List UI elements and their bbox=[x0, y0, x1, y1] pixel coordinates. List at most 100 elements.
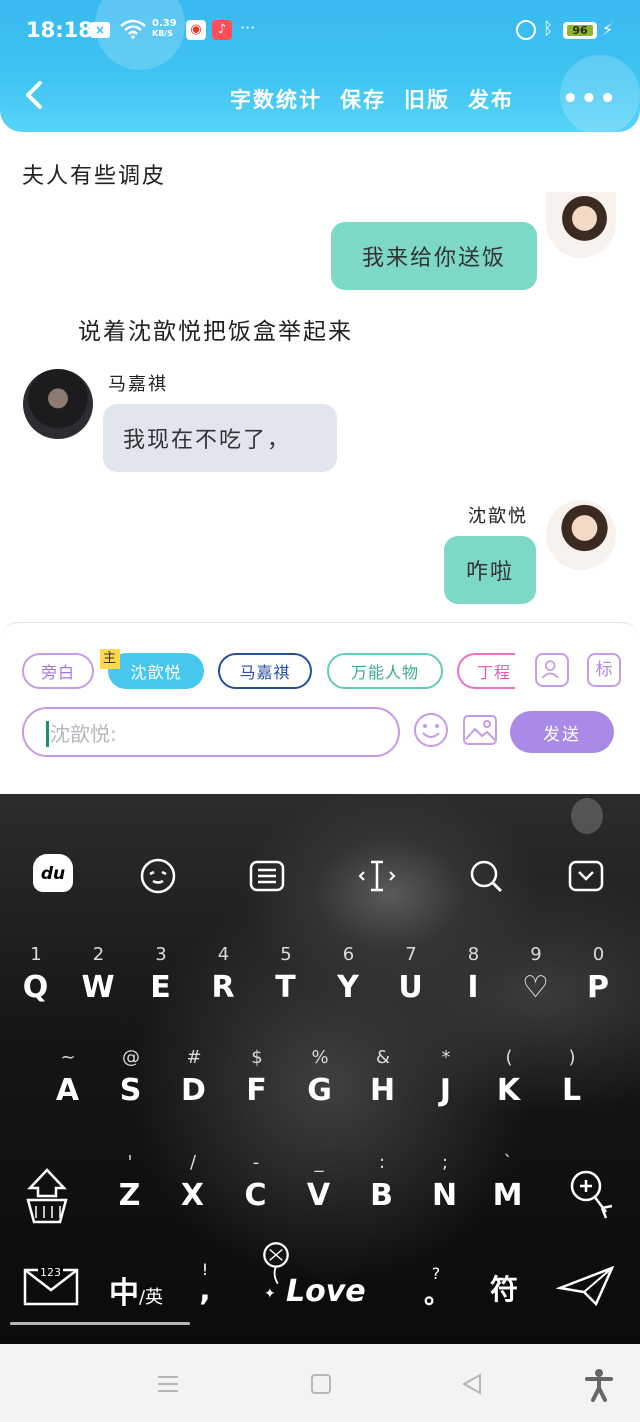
enter-key[interactable] bbox=[555, 1264, 616, 1308]
role-chip-narration[interactable]: 旁白 bbox=[22, 653, 94, 689]
key[interactable]: & H bbox=[353, 1047, 413, 1117]
tag-button[interactable]: 标 bbox=[587, 653, 621, 687]
hide-keyboard-icon[interactable] bbox=[566, 856, 606, 896]
weibo-icon: ◉ bbox=[186, 20, 206, 40]
message-input[interactable] bbox=[48, 719, 372, 749]
key-hint: ' bbox=[127, 1152, 133, 1173]
symbols-key[interactable]: 符 bbox=[482, 1268, 526, 1308]
period-key[interactable]: ? 。 bbox=[424, 1264, 450, 1318]
keyboard-bottom-glow bbox=[10, 1322, 190, 1325]
key[interactable]: 7U bbox=[381, 944, 441, 1014]
more-menu-button[interactable]: ••• bbox=[562, 84, 618, 114]
emoji-toggle-icon[interactable] bbox=[138, 856, 178, 896]
menu-nav-icon[interactable] bbox=[156, 1372, 180, 1400]
avatar-ma-jiaqi[interactable] bbox=[23, 369, 93, 439]
key[interactable]: 8I bbox=[444, 944, 504, 1014]
key[interactable]: -C bbox=[226, 1152, 286, 1222]
key-hint: ( bbox=[505, 1047, 513, 1068]
battery-icon: 96 bbox=[563, 22, 597, 39]
key[interactable]: :B bbox=[352, 1152, 412, 1222]
key[interactable]: 2W bbox=[69, 944, 129, 1014]
key-hint: : bbox=[378, 1152, 386, 1173]
key[interactable]: 0P bbox=[569, 944, 629, 1014]
accessibility-icon[interactable] bbox=[584, 1368, 614, 1406]
keyboard: du 1 Q 2 W 3 E 4 R 5 T 6 Y 7 U 8 I 9 ♡ 0 P ~ A @ S # D $ F% G & H * J(K… bbox=[0, 794, 640, 1344]
publish-button[interactable]: 发布 bbox=[468, 84, 514, 114]
key-label: I bbox=[467, 970, 480, 1005]
save-button[interactable]: 保存 bbox=[340, 84, 386, 114]
key-label: U bbox=[398, 970, 424, 1005]
message-bubble-left[interactable]: 我现在不吃了， bbox=[103, 404, 337, 472]
key-label: B bbox=[370, 1178, 394, 1213]
role-chip-ding-cheng[interactable]: 丁程 bbox=[457, 653, 515, 689]
message-bubble-right[interactable]: 我来给你送饭 bbox=[331, 222, 537, 290]
key-label: K bbox=[496, 1073, 522, 1108]
image-icon[interactable] bbox=[462, 713, 498, 747]
shift-key[interactable] bbox=[20, 1166, 74, 1226]
message-bubble-right[interactable]: 咋啦 bbox=[444, 536, 536, 604]
key[interactable]: 5T bbox=[256, 944, 316, 1014]
language-switch-key[interactable]: 中/英 bbox=[104, 1268, 168, 1311]
emoji-icon[interactable] bbox=[412, 711, 450, 749]
key[interactable]: _ V bbox=[289, 1152, 349, 1222]
send-button[interactable]: 发送 bbox=[510, 711, 614, 753]
keyboard-row-3: ' Z / X - C _ V: B; N ` M bbox=[0, 1152, 640, 1222]
key[interactable]: / X bbox=[163, 1152, 223, 1222]
avatar-shen-xinyue[interactable] bbox=[546, 192, 616, 258]
key-label: W bbox=[81, 970, 116, 1005]
search-icon[interactable] bbox=[466, 856, 506, 896]
back-nav-icon[interactable] bbox=[460, 1372, 484, 1400]
avatar-shen-xinyue[interactable] bbox=[546, 500, 616, 570]
key[interactable]: 9 ♡ bbox=[506, 944, 566, 1014]
key[interactable]: * J bbox=[416, 1047, 476, 1117]
key-hint: ; bbox=[441, 1152, 449, 1173]
numbers-key[interactable]: 123 bbox=[22, 1264, 80, 1310]
role-chip-ma-jiaqi[interactable]: 马嘉祺 bbox=[218, 653, 312, 689]
keyboard-corner-icon[interactable] bbox=[571, 798, 603, 834]
space-key[interactable]: Love ✦ bbox=[240, 1240, 390, 1330]
home-nav-icon[interactable] bbox=[309, 1372, 333, 1400]
comma-key[interactable]: ! , bbox=[190, 1260, 220, 1316]
backspace-key[interactable] bbox=[566, 1166, 618, 1222]
status-bar: 18:18 × 0.39 KB/S ◉ ♪ ··· ᛒ 96 ⚡ bbox=[0, 0, 640, 52]
key-hint: - bbox=[252, 1152, 260, 1173]
key[interactable]: ' Z bbox=[100, 1152, 160, 1222]
battery-level: 96 bbox=[567, 25, 593, 36]
key[interactable]: % G bbox=[290, 1047, 350, 1117]
key[interactable]: # D bbox=[164, 1047, 224, 1117]
key[interactable]: 1Q bbox=[6, 944, 66, 1014]
cursor-icon[interactable] bbox=[357, 856, 397, 896]
narration-line: 说着沈歆悦把饭盒举起来 bbox=[78, 319, 353, 345]
key[interactable]: ) L bbox=[542, 1047, 602, 1117]
key[interactable]: ; N bbox=[415, 1152, 475, 1222]
key[interactable]: (K bbox=[479, 1047, 539, 1117]
sparkle-icon: ✦ bbox=[264, 1286, 276, 1302]
role-chip-shen-xinyue[interactable]: 主 沈歆悦 bbox=[100, 649, 204, 689]
du-logo-icon[interactable]: du bbox=[33, 854, 73, 892]
key-label: Z bbox=[118, 1178, 142, 1213]
role-chip-universal[interactable]: 万能人物 bbox=[327, 653, 443, 689]
key-hint: & bbox=[375, 1047, 391, 1068]
key[interactable]: ~ A bbox=[38, 1047, 98, 1117]
key-label: G bbox=[307, 1073, 333, 1108]
key[interactable]: 6Y bbox=[319, 944, 379, 1014]
key-hint: 3 bbox=[155, 944, 167, 965]
key[interactable]: 3E bbox=[131, 944, 191, 1014]
key-label: H bbox=[369, 1073, 397, 1108]
composer-panel: 旁白 主 沈歆悦 马嘉祺 万能人物 丁程 标 发送 bbox=[0, 622, 640, 795]
back-arrow-icon[interactable] bbox=[22, 80, 46, 110]
notification-x-icon: × bbox=[90, 22, 110, 38]
top-header: 18:18 × 0.39 KB/S ◉ ♪ ··· ᛒ 96 ⚡ 字数统计 保存… bbox=[0, 0, 640, 132]
network-speed-unit: KB/S bbox=[152, 29, 173, 38]
key[interactable]: @ S bbox=[101, 1047, 161, 1117]
message-input-wrapper[interactable] bbox=[22, 707, 400, 757]
key[interactable]: 4R bbox=[194, 944, 254, 1014]
narration-line: 夫人有些调皮 bbox=[22, 164, 167, 189]
key[interactable]: $ F bbox=[227, 1047, 287, 1117]
clipboard-icon[interactable] bbox=[247, 856, 287, 896]
word-count-button[interactable]: 字数统计 bbox=[230, 84, 322, 114]
old-version-button[interactable]: 旧版 bbox=[404, 84, 450, 114]
key[interactable]: ` M bbox=[478, 1152, 538, 1222]
sender-name: 沈歆悦 bbox=[468, 506, 528, 527]
role-manage-icon[interactable] bbox=[535, 653, 569, 687]
